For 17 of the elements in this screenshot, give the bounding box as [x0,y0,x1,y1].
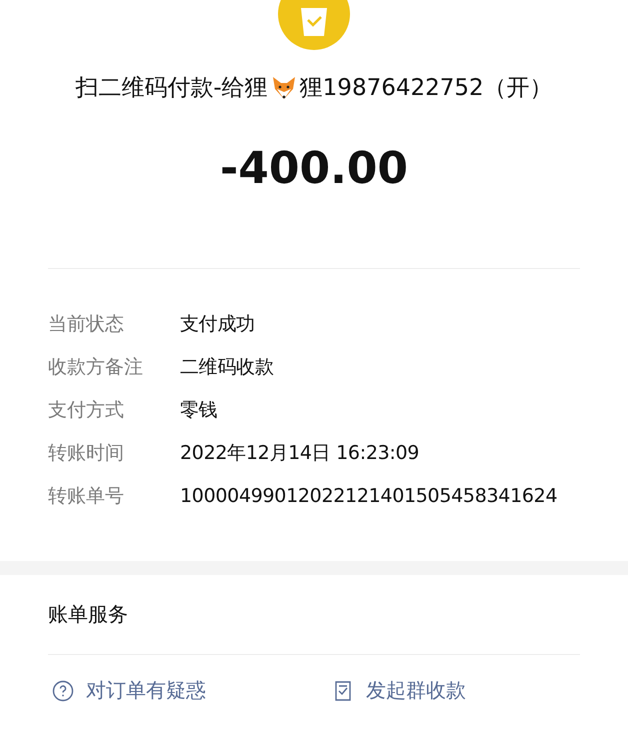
detail-label: 转账时间 [48,441,125,466]
help-icon [52,680,74,702]
detail-label: 收款方备注 [48,355,144,380]
detail-label: 支付方式 [48,398,125,423]
action-link[interactable]: 对订单有疑惑 [52,677,332,704]
detail-value: 支付成功 [180,312,255,337]
section-title: 账单服务 [47,601,129,628]
detail-label: 转账单号 [48,484,125,509]
detail-value: 10000499012022121401505458341624 [180,485,558,507]
detail-value: 零钱 [180,398,218,423]
action-link[interactable]: 发起群收款 [332,677,576,704]
detail-value: 2022年12月14日 16:23:09 [180,441,420,466]
detail-value: 二维码收款 [180,355,274,380]
payee-name: 狸19876422752（开） [300,74,553,103]
payment-amount: -400.00 [220,143,408,194]
payment-title: 扫二维码付款-给狸 [75,74,268,103]
detail-label: 当前状态 [48,312,125,337]
